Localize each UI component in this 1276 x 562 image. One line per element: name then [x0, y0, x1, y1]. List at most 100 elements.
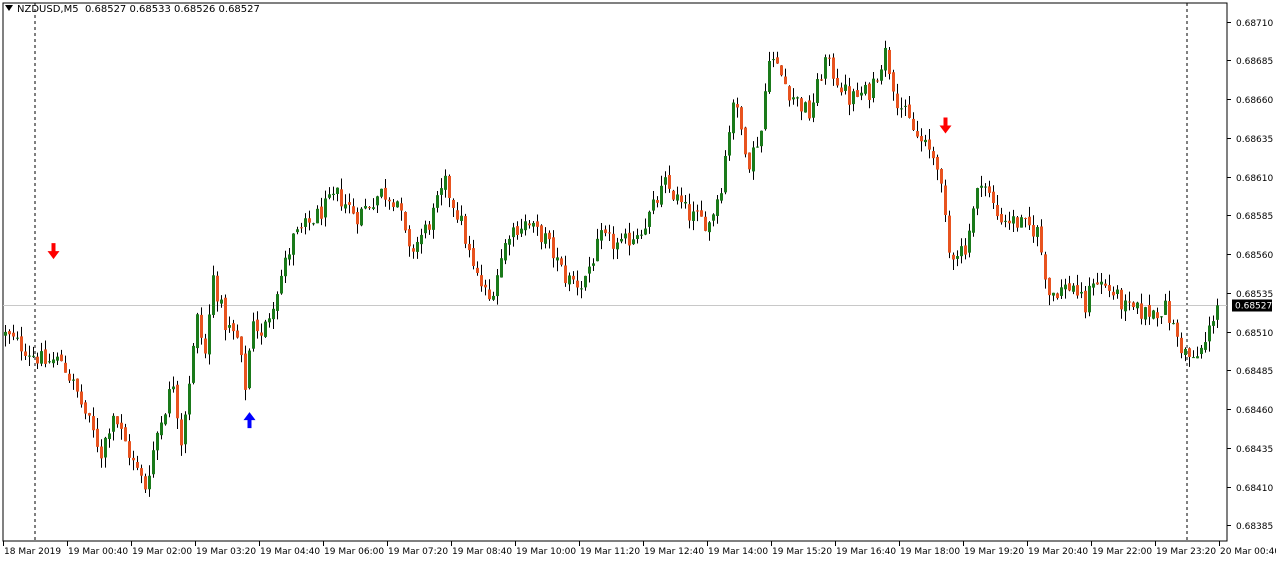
- candle-body: [676, 194, 679, 201]
- candle-body: [280, 275, 283, 294]
- candle-body: [416, 241, 419, 252]
- candle-body: [704, 216, 707, 231]
- candle-body: [772, 59, 775, 61]
- candle-body: [1044, 254, 1047, 280]
- candle-body: [840, 87, 843, 93]
- candle-body: [592, 263, 595, 266]
- candle-body: [264, 321, 267, 337]
- candle-body: [244, 353, 247, 390]
- candle-body: [8, 331, 11, 335]
- candle-body: [164, 414, 167, 425]
- candle-body: [852, 91, 855, 105]
- time-tick-label: 19 Mar 12:40: [644, 547, 704, 557]
- candle-body: [316, 208, 319, 224]
- candle-body: [168, 389, 171, 414]
- price-tick-label: 0.68460: [1236, 406, 1273, 416]
- candle-body: [1096, 282, 1099, 285]
- candle-body: [696, 210, 699, 212]
- candle-body: [32, 355, 35, 357]
- candle-body: [644, 228, 647, 235]
- candle-body: [996, 204, 999, 217]
- candle-body: [128, 441, 131, 458]
- candle-body: [724, 155, 727, 193]
- time-tick-label: 19 Mar 06:00: [324, 547, 384, 557]
- candle-body: [864, 84, 867, 94]
- candle-body: [972, 208, 975, 233]
- candle-body: [876, 80, 879, 82]
- candle-body: [344, 204, 347, 209]
- candle-body: [936, 156, 939, 170]
- candle-body: [872, 78, 875, 99]
- price-tick-label: 0.68510: [1236, 329, 1273, 339]
- candle-body: [200, 314, 203, 338]
- candle-body: [68, 373, 71, 381]
- candle-body: [1024, 217, 1027, 219]
- candle-body: [1040, 226, 1043, 253]
- candle-body: [152, 450, 155, 475]
- candle-body: [144, 476, 147, 490]
- candle-body: [652, 199, 655, 211]
- candle-body: [112, 415, 115, 432]
- candle-body: [100, 446, 103, 459]
- candle-body: [880, 69, 883, 81]
- candle: [724, 150, 727, 195]
- price-tick-label: 0.68635: [1236, 135, 1273, 145]
- candle-body: [44, 349, 47, 364]
- dropdown-triangle-icon[interactable]: [5, 5, 13, 11]
- candle-body: [456, 210, 459, 220]
- candle-body: [900, 108, 903, 110]
- candle-body: [576, 280, 579, 288]
- symbol-timeframe: NZDUSD,M5: [17, 4, 79, 15]
- candle-body: [268, 318, 271, 323]
- price-tick-label: 0.68585: [1236, 212, 1273, 222]
- candle-body: [548, 232, 551, 240]
- candle-body: [944, 185, 947, 215]
- candle-body: [372, 207, 375, 209]
- candle-body: [988, 186, 991, 193]
- candle-body: [588, 266, 591, 274]
- candle-body: [608, 232, 611, 234]
- candle-body: [408, 229, 411, 247]
- candle-body: [648, 211, 651, 227]
- candle-body: [896, 93, 899, 109]
- candle-body: [484, 284, 487, 288]
- candle-body: [196, 314, 199, 349]
- candle-body: [688, 204, 691, 221]
- candle-body: [1056, 293, 1059, 299]
- time-tick-label: 19 Mar 04:40: [260, 547, 320, 557]
- candle-body: [108, 433, 111, 440]
- time-tick-label: 19 Mar 02:00: [132, 547, 192, 557]
- candle-body: [224, 297, 227, 331]
- candle: [264, 319, 267, 338]
- candle-body: [664, 177, 667, 185]
- candle-body: [120, 422, 123, 429]
- chart-header: NZDUSD,M5 0.68527 0.68533 0.68526 0.6852…: [5, 4, 260, 15]
- candle-body: [856, 90, 859, 97]
- candle-body: [72, 379, 75, 381]
- candle-body: [720, 193, 723, 201]
- candle: [780, 65, 783, 77]
- candle-body: [752, 147, 755, 172]
- candle-body: [64, 362, 67, 373]
- candle-body: [668, 175, 671, 189]
- candle-body: [804, 102, 807, 113]
- candle-body: [940, 169, 943, 184]
- candle-body: [60, 354, 63, 362]
- candle-body: [500, 258, 503, 278]
- time-tick-label: 19 Mar 23:20: [1156, 547, 1216, 557]
- candle-body: [92, 416, 95, 431]
- price-tick-label: 0.68710: [1236, 19, 1273, 29]
- candle-body: [84, 402, 87, 414]
- candle-body: [1196, 356, 1199, 359]
- candle-body: [424, 224, 427, 234]
- candle-body: [868, 83, 871, 100]
- price-chart[interactable]: 0.68710 0.68685 0.68660 0.68635 0.68610 0.685…: [0, 0, 1276, 562]
- candle-body: [1136, 302, 1139, 309]
- candle-body: [432, 207, 435, 230]
- candle-body: [124, 427, 127, 442]
- time-tick-label: 19 Mar 08:40: [452, 547, 512, 557]
- candle-body: [520, 228, 523, 234]
- candle-body: [524, 221, 527, 231]
- price-tick-label: 0.68685: [1236, 57, 1273, 67]
- candle-body: [360, 208, 363, 226]
